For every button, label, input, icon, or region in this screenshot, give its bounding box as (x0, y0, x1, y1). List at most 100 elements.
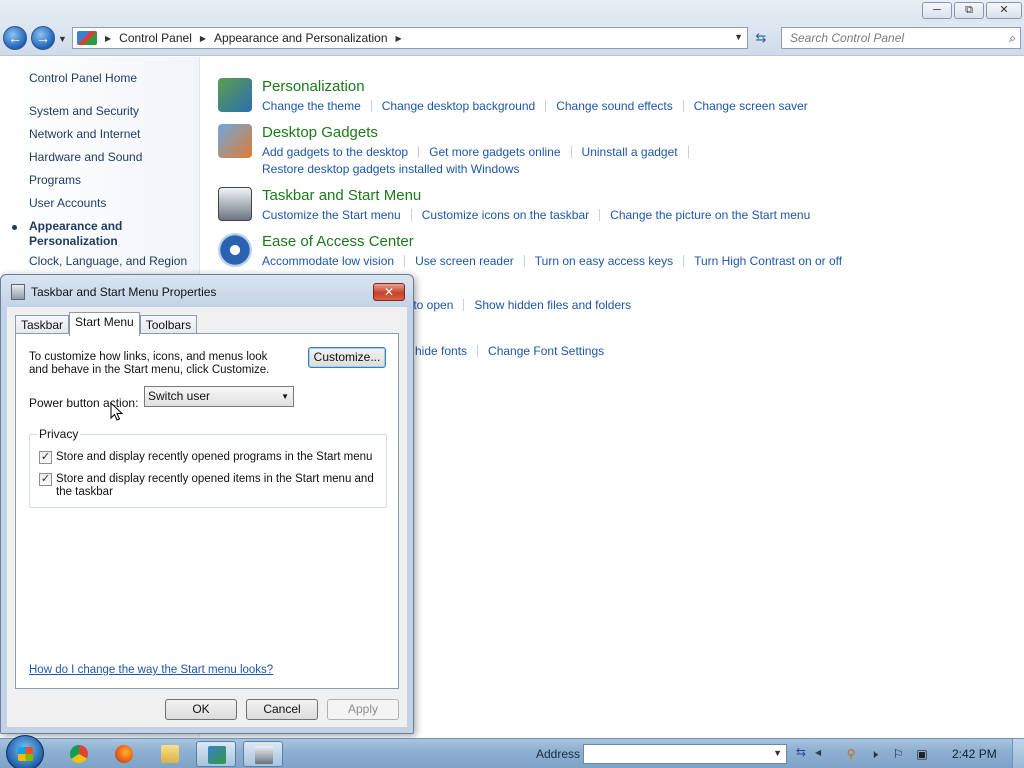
recent-items-checkbox[interactable]: ✓ (39, 473, 52, 486)
start-menu-help-link[interactable]: How do I change the way the Start menu l… (29, 664, 273, 676)
taskbar-properties-window[interactable] (243, 741, 283, 767)
sidebar-item-user-accounts[interactable]: User Accounts (29, 196, 106, 210)
show-desktop-button[interactable] (1012, 739, 1024, 768)
clock[interactable]: 2:42 PM (952, 747, 997, 761)
dialog-title: Taskbar and Start Menu Properties (31, 285, 217, 299)
category-links: Change the theme Change desktop backgroun… (262, 99, 808, 113)
address-history-dropdown[interactable]: ▼ (734, 32, 743, 42)
search-input[interactable] (782, 28, 992, 48)
taskbar-chrome[interactable] (59, 741, 99, 767)
start-button[interactable] (6, 735, 44, 768)
search-box[interactable]: ⌕ (781, 27, 1021, 49)
chevron-down-icon: ▼ (281, 392, 289, 401)
minimize-button[interactable]: ─ (922, 2, 952, 19)
power-button-select[interactable]: Switch user ▼ (144, 386, 294, 407)
category-title[interactable]: Personalization (262, 78, 365, 95)
network-icon[interactable]: ▣ (914, 746, 930, 762)
recent-pages-dropdown[interactable]: ▼ (58, 34, 67, 44)
dialog-titlebar[interactable]: Taskbar and Start Menu Properties ✕ (1, 275, 413, 307)
category-title[interactable]: Desktop Gadgets (262, 124, 378, 141)
address-bar[interactable]: ▶ Control Panel ▶ Appearance and Persona… (72, 27, 748, 49)
recent-items-label[interactable]: Store and display recently opened items … (56, 473, 378, 499)
link-customize-start-menu[interactable]: Customize the Start menu (262, 208, 401, 222)
go-icon[interactable]: ⇆ (790, 745, 812, 763)
search-tray-icon[interactable]: ⚲ (843, 746, 859, 762)
category-links: Add gadgets to the desktop Get more gadge… (262, 145, 699, 159)
link-change-font-settings[interactable]: Change Font Settings (488, 344, 604, 358)
category-title[interactable]: Ease of Access Center (262, 233, 414, 250)
sidebar-item-programs[interactable]: Programs (29, 173, 81, 187)
taskbar-properties-icon (255, 746, 273, 764)
taskbar-start-menu-properties-dialog: Taskbar and Start Menu Properties ✕ Task… (0, 274, 414, 734)
maximize-button[interactable]: ⧉ (954, 2, 984, 19)
link-uninstall-gadget[interactable]: Uninstall a gadget (582, 145, 678, 159)
dialog-close-button[interactable]: ✕ (373, 283, 405, 301)
sidebar-item-hardware-sound[interactable]: Hardware and Sound (29, 150, 142, 164)
link-change-desktop-background[interactable]: Change desktop background (382, 99, 535, 113)
windows-logo-icon (18, 747, 33, 761)
current-item-line1: Appearance and (29, 219, 123, 233)
cancel-button[interactable]: Cancel (246, 699, 318, 720)
breadcrumb-separator[interactable]: ▶ (105, 34, 111, 43)
taskbar-explorer[interactable] (150, 741, 190, 767)
sidebar-item-network-internet[interactable]: Network and Internet (29, 127, 140, 141)
chrome-icon (70, 745, 88, 763)
breadcrumb-appearance[interactable]: Appearance and Personalization (214, 31, 387, 45)
link-add-gadgets[interactable]: Add gadgets to the desktop (262, 145, 408, 159)
breadcrumb-separator[interactable]: ▶ (200, 34, 206, 43)
search-icon[interactable]: ⌕ (1009, 31, 1016, 46)
desktop-gadgets-icon (218, 124, 252, 158)
tab-toolbars[interactable]: Toolbars (139, 315, 198, 335)
link-restore-gadgets[interactable]: Restore desktop gadgets installed with W… (262, 162, 519, 176)
sidebar-item-appearance-current: Appearance and Personalization (29, 219, 122, 249)
category-links: ck to open Show hidden files and folders (398, 298, 631, 312)
link-change-screen-saver[interactable]: Change screen saver (694, 99, 808, 113)
tab-taskbar[interactable]: Taskbar (15, 315, 70, 335)
sidebar-item-control-panel-home[interactable]: Control Panel Home (29, 71, 137, 85)
link-customize-taskbar-icons[interactable]: Customize icons on the taskbar (422, 208, 589, 222)
link-hide-fonts[interactable]: hide fonts (415, 344, 467, 358)
volume-muted-icon[interactable]: 🕨 (866, 746, 882, 762)
category-links: Customize the Start menu Customize icons … (262, 208, 810, 222)
forward-button[interactable]: → (31, 26, 55, 50)
address-toolbar-input[interactable]: ▼ (583, 744, 787, 764)
action-center-flag-icon[interactable]: ⚐ (890, 746, 906, 762)
window-titlebar: ─ ⧉ ✕ (0, 0, 1024, 22)
taskbar-properties-icon (11, 284, 25, 300)
current-item-line2: Personalization (29, 234, 118, 248)
taskbar-control-panel[interactable] (196, 741, 236, 767)
apply-button[interactable]: Apply (327, 699, 399, 720)
window-caption-buttons: ─ ⧉ ✕ (922, 2, 1022, 19)
tab-start-menu[interactable]: Start Menu (69, 312, 140, 336)
refresh-icon[interactable]: ⇆ (750, 28, 772, 48)
link-easy-access-keys[interactable]: Turn on easy access keys (535, 254, 673, 268)
link-high-contrast[interactable]: Turn High Contrast on or off (694, 254, 842, 268)
sidebar-item-system-security[interactable]: System and Security (29, 104, 139, 118)
privacy-label: Privacy (37, 427, 81, 441)
taskbar-firefox[interactable] (104, 741, 144, 767)
privacy-group: Privacy ✓ Store and display recently ope… (29, 427, 387, 508)
recent-programs-checkbox[interactable]: ✓ (39, 451, 52, 464)
category-links: hide fonts Change Font Settings (415, 344, 604, 358)
link-use-screen-reader[interactable]: Use screen reader (415, 254, 514, 268)
close-button[interactable]: ✕ (986, 2, 1022, 19)
category-links: Accommodate low vision Use screen reader T… (262, 254, 842, 268)
chevron-left-icon[interactable]: ◀ (815, 748, 821, 757)
link-change-start-picture[interactable]: Change the picture on the Start menu (610, 208, 810, 222)
sidebar-item-clock-language[interactable]: Clock, Language, and Region (29, 254, 187, 268)
customize-button[interactable]: Customize... (308, 347, 386, 368)
chevron-down-icon[interactable]: ▼ (773, 748, 782, 758)
link-show-hidden-files[interactable]: Show hidden files and folders (474, 298, 631, 312)
link-accommodate-low-vision[interactable]: Accommodate low vision (262, 254, 394, 268)
breadcrumb-separator[interactable]: ▶ (396, 34, 402, 43)
breadcrumb-control-panel[interactable]: Control Panel (119, 31, 192, 45)
power-button-value: Switch user (148, 389, 211, 403)
link-get-more-gadgets[interactable]: Get more gadgets online (429, 145, 560, 159)
category-title[interactable]: Taskbar and Start Menu (262, 187, 421, 204)
start-menu-tab-panel: To customize how links, icons, and menus… (15, 333, 399, 689)
link-change-sound-effects[interactable]: Change sound effects (556, 99, 673, 113)
ok-button[interactable]: OK (165, 699, 237, 720)
link-change-theme[interactable]: Change the theme (262, 99, 361, 113)
recent-programs-label[interactable]: Store and display recently opened progra… (56, 451, 376, 464)
back-button[interactable]: ← (3, 26, 27, 50)
